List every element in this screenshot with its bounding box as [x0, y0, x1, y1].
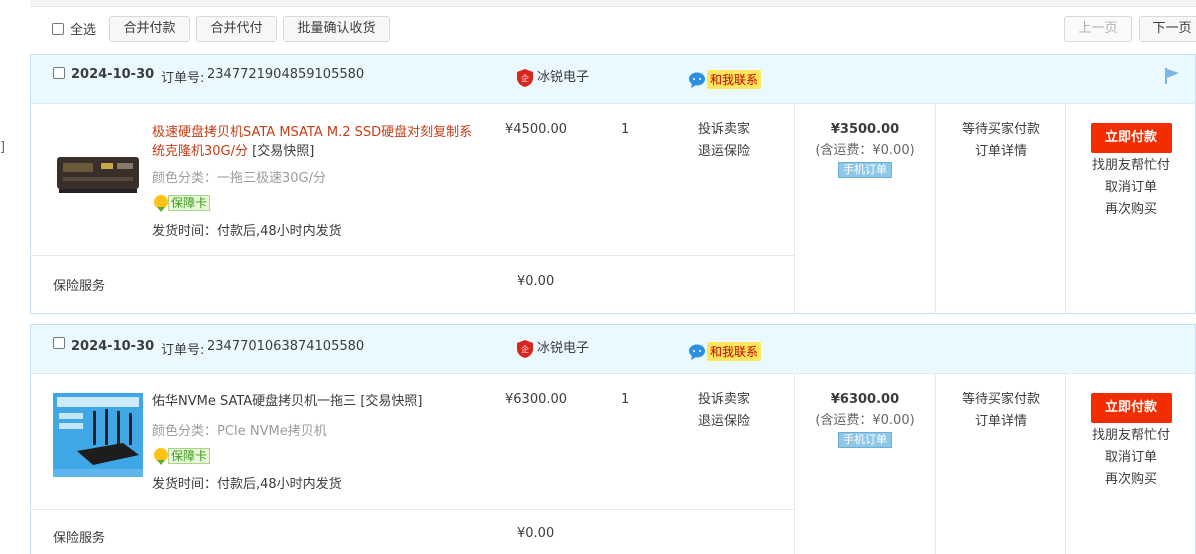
- order-actions: 立即付款 找朋友帮忙付 取消订单 再次购买: [1066, 123, 1196, 221]
- status-text: 等待买家付款: [961, 122, 1040, 137]
- shield-shop-icon: 企: [517, 339, 533, 358]
- order-details-link[interactable]: 订单详情: [936, 141, 1066, 163]
- pay-now-button[interactable]: 立即付款: [1090, 393, 1172, 423]
- sku-text: 颜色分类：PCIe NVMe拷贝机: [152, 424, 327, 439]
- shield-shop-icon: 企: [517, 68, 533, 87]
- cancel-order-link[interactable]: 取消订单: [1066, 447, 1196, 469]
- order-status: 等待买家付款 订单详情: [936, 389, 1066, 433]
- rebuy-link[interactable]: 再次购买: [1066, 469, 1196, 491]
- flag-icon[interactable]: [1163, 67, 1181, 85]
- unit-price: ¥4500.00: [505, 122, 568, 137]
- ship-time: 发货时间：付款后,48小时内发货: [152, 224, 342, 239]
- svg-text:企: 企: [521, 73, 529, 83]
- order-details-link[interactable]: 订单详情: [936, 411, 1066, 433]
- product-title[interactable]: 佑华NVMe SATA硬盘拷贝机一拖三 [交易快照]: [152, 392, 482, 411]
- order-date: 2024-10-30: [71, 67, 155, 82]
- order-total: ¥6300.00 (含运费：¥0.00) 手机订单: [795, 390, 935, 448]
- item-operations: 投诉卖家 退运保险: [698, 119, 750, 163]
- order-date: 2024-10-30: [71, 339, 155, 354]
- insurance-price: ¥0.00: [517, 274, 555, 289]
- guarantee-label[interactable]: 保障卡: [168, 195, 211, 211]
- contact-seller-button[interactable]: 和我联系: [688, 342, 762, 361]
- cancel-order-link[interactable]: 取消订单: [1066, 177, 1196, 199]
- contact-seller-button[interactable]: 和我联系: [688, 70, 762, 89]
- merge-proxy-pay-button[interactable]: 合并代付: [196, 16, 277, 42]
- order-number: 2347721904859105580: [207, 67, 365, 82]
- product-thumbnail[interactable]: [53, 393, 143, 477]
- order-checkbox[interactable]: [53, 337, 65, 349]
- quantity: 1: [621, 122, 630, 137]
- quantity: 1: [621, 392, 630, 407]
- product-thumbnail[interactable]: [53, 143, 143, 211]
- batch-confirm-button[interactable]: 批量确认收货: [283, 16, 390, 42]
- unit-price: ¥6300.00: [505, 392, 568, 407]
- complain-seller-link[interactable]: 投诉卖家: [698, 119, 750, 141]
- order-actions: 立即付款 找朋友帮忙付 取消订单 再次购买: [1066, 393, 1196, 491]
- insurance-price: ¥0.00: [517, 526, 555, 541]
- order-status: 等待买家付款 订单详情: [936, 119, 1066, 163]
- prev-page-button[interactable]: 上一页: [1064, 16, 1132, 42]
- trade-snapshot-link[interactable]: [交易快照]: [360, 394, 422, 409]
- shop-link[interactable]: 企冰锐电子: [517, 337, 589, 358]
- shop-name[interactable]: 冰锐电子: [537, 70, 589, 85]
- order-number-label: 订单号:: [161, 71, 205, 86]
- insurance-service-label: 保险服务: [53, 531, 106, 546]
- merge-pay-button[interactable]: 合并付款: [109, 16, 190, 42]
- guarantee-card[interactable]: 保障卡: [152, 447, 211, 465]
- order-header: 2024-10-30 订单号: 2347701063874105580 企冰锐电…: [31, 325, 1195, 374]
- total-amount: ¥6300.00: [830, 392, 900, 407]
- order-card: 2024-10-30 订单号: 2347701063874105580 企冰锐电…: [30, 324, 1196, 554]
- guarantee-card[interactable]: 保障卡: [152, 194, 211, 212]
- guarantee-label[interactable]: 保障卡: [168, 448, 211, 464]
- sku-text: 颜色分类：一拖三极速30G/分: [152, 171, 326, 186]
- order-total: ¥3500.00 (含运费：¥0.00) 手机订单: [795, 120, 935, 178]
- order-header: 2024-10-30 订单号: 2347721904859105580 企冰锐电…: [31, 55, 1195, 104]
- shop-name[interactable]: 冰锐电子: [537, 341, 589, 356]
- contact-label[interactable]: 和我联系: [707, 342, 762, 361]
- order-card: 2024-10-30 订单号: 2347721904859105580 企冰锐电…: [30, 54, 1196, 314]
- divider: [31, 509, 794, 510]
- shop-link[interactable]: 企冰锐电子: [517, 66, 589, 87]
- select-all-label: 全选: [70, 23, 97, 38]
- contact-label[interactable]: 和我联系: [707, 70, 762, 89]
- insurance-service-label: 保险服务: [53, 279, 106, 294]
- select-all-checkbox[interactable]: [52, 22, 64, 35]
- order-number-label: 订单号:: [161, 343, 205, 358]
- ask-friend-pay-link[interactable]: 找朋友帮忙付: [1066, 155, 1196, 177]
- pay-now-button[interactable]: 立即付款: [1090, 123, 1172, 153]
- side-bracket: ]: [0, 140, 6, 155]
- next-page-button[interactable]: 下一页: [1139, 16, 1196, 42]
- ask-friend-pay-link[interactable]: 找朋友帮忙付: [1066, 425, 1196, 447]
- shipping-fee: (含运费：¥0.00): [815, 413, 915, 428]
- complain-seller-link[interactable]: 投诉卖家: [698, 389, 750, 411]
- order-number: 2347701063874105580: [207, 339, 365, 354]
- mobile-order-badge: 手机订单: [838, 432, 892, 448]
- order-checkbox[interactable]: [53, 67, 65, 79]
- return-insurance-link[interactable]: 退运保险: [698, 411, 750, 433]
- item-operations: 投诉卖家 退运保险: [698, 389, 750, 433]
- total-amount: ¥3500.00: [830, 122, 900, 137]
- product-title[interactable]: 极速硬盘拷贝机SATA MSATA M.2 SSD硬盘对刻复制系统克隆机30G/…: [152, 123, 482, 161]
- status-text: 等待买家付款: [961, 392, 1040, 407]
- select-all[interactable]: 全选: [52, 19, 96, 38]
- chat-bubble-icon: [689, 344, 705, 360]
- mobile-order-badge: 手机订单: [838, 162, 892, 178]
- chat-bubble-icon: [689, 72, 705, 88]
- svg-text:企: 企: [521, 344, 529, 354]
- divider: [31, 255, 794, 256]
- product-title-text[interactable]: 佑华NVMe SATA硬盘拷贝机一拖三: [152, 394, 356, 409]
- shipping-fee: (含运费：¥0.00): [815, 143, 915, 158]
- ship-time: 发货时间：付款后,48小时内发货: [152, 477, 342, 492]
- rebuy-link[interactable]: 再次购买: [1066, 199, 1196, 221]
- top-strip: [30, 0, 1196, 7]
- trade-snapshot-link[interactable]: [交易快照]: [252, 144, 314, 159]
- return-insurance-link[interactable]: 退运保险: [698, 141, 750, 163]
